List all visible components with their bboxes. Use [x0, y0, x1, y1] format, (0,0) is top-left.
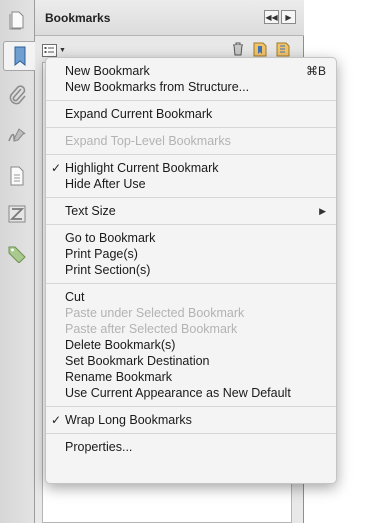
attachment-icon[interactable] [3, 80, 31, 110]
menu-item-label: Highlight Current Bookmark [65, 161, 219, 175]
menu-item-label: Text Size [65, 204, 116, 218]
menu-separator [46, 127, 336, 128]
options-menu-icon [42, 43, 57, 57]
menu-item-label: Print Section(s) [65, 263, 151, 277]
order-icon[interactable] [3, 199, 31, 229]
menu-item-properties[interactable]: Properties... [46, 439, 336, 455]
tag-icon[interactable] [3, 239, 31, 269]
menu-item-cut[interactable]: Cut [46, 289, 336, 305]
menu-item-label: Use Current Appearance as New Default [65, 386, 291, 400]
content-icon[interactable] [3, 161, 31, 191]
menu-item-label: Hide After Use [65, 177, 146, 191]
menu-item-paste-under-selected-bookmark: Paste under Selected Bookmark [46, 305, 336, 321]
menu-item-label: Paste after Selected Bookmark [65, 322, 238, 336]
menu-separator [46, 283, 336, 284]
menu-item-shortcut: ⌘B [305, 64, 326, 78]
menu-item-set-bookmark-destination[interactable]: Set Bookmark Destination [46, 353, 336, 369]
menu-item-label: Properties... [65, 440, 133, 454]
panel-title: Bookmarks [45, 11, 111, 25]
menu-item-expand-current-bookmark[interactable]: Expand Current Bookmark [46, 106, 336, 122]
menu-item-label: Print Page(s) [65, 247, 138, 261]
panel-header: Bookmarks ◀◀ ▶ [35, 0, 304, 36]
menu-item-label: Go to Bookmark [65, 231, 156, 245]
pages-icon[interactable] [3, 5, 31, 35]
menu-item-label: Set Bookmark Destination [65, 354, 210, 368]
menu-separator [46, 406, 336, 407]
menu-item-expand-top-level-bookmarks: Expand Top-Level Bookmarks [46, 133, 336, 149]
menu-item-delete-bookmark-s[interactable]: Delete Bookmark(s) [46, 337, 336, 353]
menu-item-label: Wrap Long Bookmarks [65, 413, 192, 427]
menu-separator [46, 224, 336, 225]
menu-item-label: Expand Top-Level Bookmarks [65, 134, 231, 148]
menu-item-label: New Bookmarks from Structure... [65, 80, 250, 94]
menu-item-label: Paste under Selected Bookmark [65, 306, 245, 320]
new-bookmark-icon[interactable] [253, 42, 267, 57]
menu-item-label: Expand Current Bookmark [65, 107, 213, 121]
options-menu-button[interactable]: ▼ [42, 42, 66, 58]
menu-separator [46, 154, 336, 155]
menu-separator [46, 433, 336, 434]
menu-item-label: New Bookmark [65, 64, 150, 78]
menu-item-label: Rename Bookmark [65, 370, 172, 384]
bookmark-icon[interactable] [3, 41, 36, 71]
menu-item-new-bookmarks-from-structure[interactable]: New Bookmarks from Structure... [46, 79, 336, 95]
navigation-rail [0, 0, 36, 523]
trash-icon[interactable] [232, 42, 244, 56]
menu-item-wrap-long-bookmarks[interactable]: ✓ Wrap Long Bookmarks [46, 412, 336, 428]
right-arrow-icon[interactable]: ▶ [281, 10, 296, 24]
chevron-down-icon: ▼ [59, 46, 66, 54]
menu-item-print-section-s[interactable]: Print Section(s) [46, 262, 336, 278]
checkmark-icon: ✓ [51, 161, 62, 175]
menu-item-go-to-bookmark[interactable]: Go to Bookmark [46, 230, 336, 246]
menu-item-use-current-appearance-as-new-default[interactable]: Use Current Appearance as New Default [46, 385, 336, 401]
menu-item-new-bookmark[interactable]: New Bookmark ⌘B [46, 63, 336, 79]
bookmark-from-structure-icon[interactable] [276, 42, 290, 57]
menu-separator [46, 197, 336, 198]
bookmark-options-menu: New Bookmark ⌘B New Bookmarks from Structu… [45, 57, 337, 484]
menu-item-label: Delete Bookmark(s) [65, 338, 176, 352]
checkmark-icon: ✓ [51, 413, 62, 427]
menu-item-text-size[interactable]: Text Size ▶ [46, 203, 336, 219]
menu-item-print-page-s[interactable]: Print Page(s) [46, 246, 336, 262]
menu-item-label: Cut [65, 290, 85, 304]
submenu-arrow-icon: ▶ [319, 206, 326, 216]
menu-item-rename-bookmark[interactable]: Rename Bookmark [46, 369, 336, 385]
double-left-arrow-icon[interactable]: ◀◀ [264, 10, 279, 24]
menu-item-paste-after-selected-bookmark: Paste after Selected Bookmark [46, 321, 336, 337]
menu-item-hide-after-use[interactable]: Hide After Use [46, 176, 336, 192]
menu-item-highlight-current-bookmark[interactable]: ✓ Highlight Current Bookmark [46, 160, 336, 176]
signature-icon[interactable] [3, 121, 31, 151]
menu-separator [46, 100, 336, 101]
